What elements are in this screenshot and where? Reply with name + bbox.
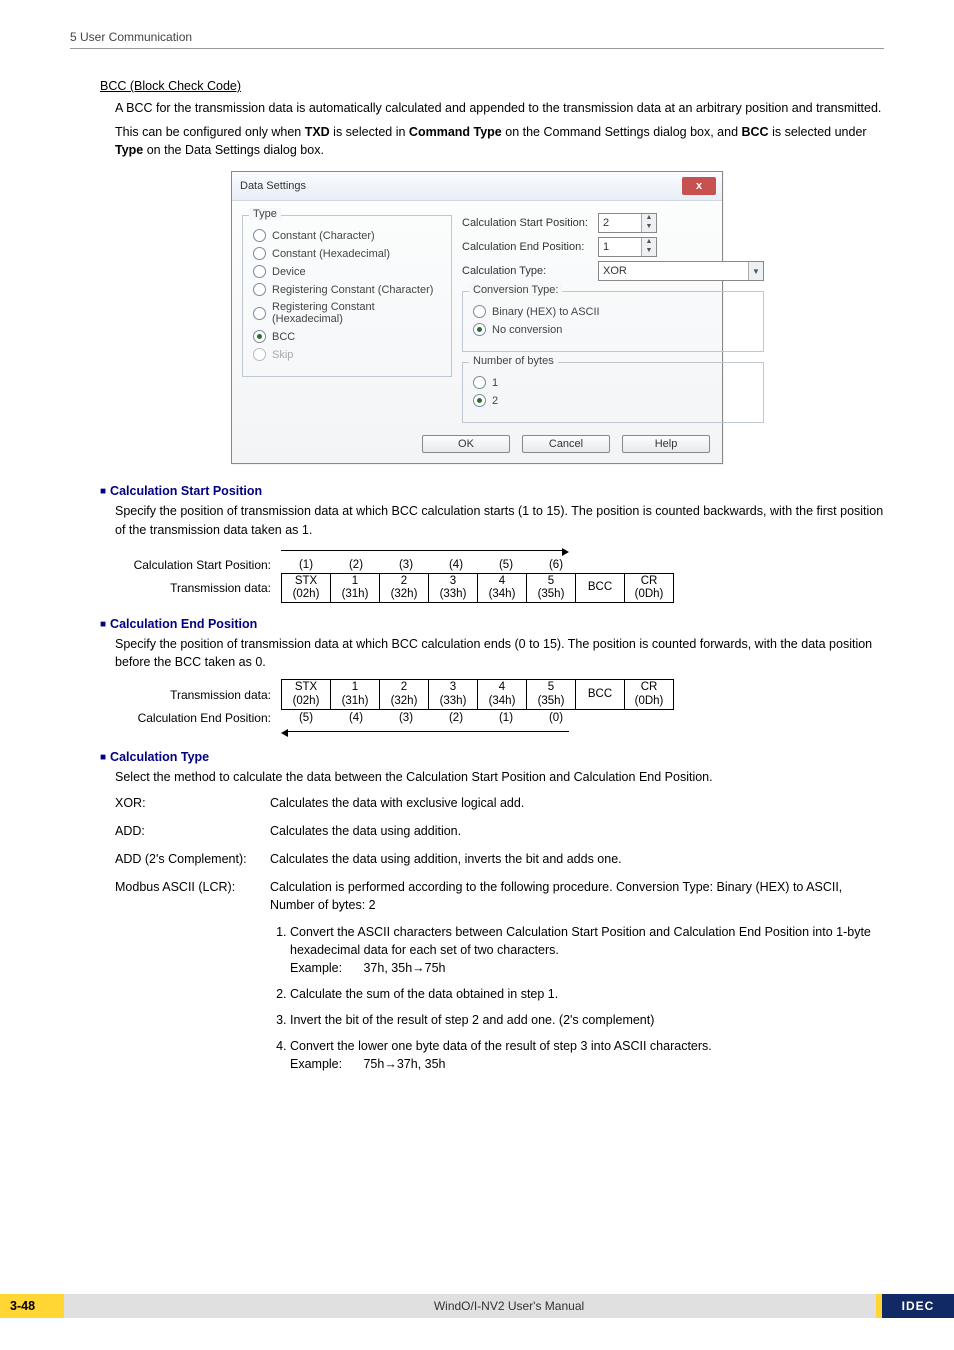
transmission-data-label: Transmission data: bbox=[100, 679, 281, 709]
calc-end-text: Specify the position of transmission dat… bbox=[115, 635, 884, 671]
calc-start-heading: ■Calculation Start Position bbox=[100, 484, 884, 498]
calc-start-text: Specify the position of transmission dat… bbox=[115, 502, 884, 538]
transmission-data-label: Transmission data: bbox=[100, 573, 281, 603]
conv-binary-to-ascii[interactable]: Binary (HEX) to ASCII bbox=[473, 305, 755, 318]
data-settings-dialog: Data Settings x Type Constant (Character… bbox=[231, 171, 723, 464]
dialog-title: Data Settings bbox=[240, 180, 306, 192]
type-skip: Skip bbox=[253, 348, 443, 361]
number-of-bytes-legend: Number of bytes bbox=[469, 355, 558, 367]
calc-end-label: Calculation End Position: bbox=[462, 241, 592, 253]
conv-no-conversion[interactable]: No conversion bbox=[473, 323, 755, 336]
bcc-para2: This can be configured only when TXD is … bbox=[115, 123, 884, 159]
page-footer: 3-48 WindO/I-NV2 User's Manual IDEC bbox=[0, 1294, 954, 1322]
type-constant-hex[interactable]: Constant (Hexadecimal) bbox=[253, 247, 443, 260]
type-device[interactable]: Device bbox=[253, 265, 443, 278]
nbytes-2[interactable]: 2 bbox=[473, 394, 755, 407]
calc-end-row-label: Calculation End Position: bbox=[100, 710, 281, 726]
manual-title: WindO/I-NV2 User's Manual bbox=[64, 1294, 954, 1318]
calc-end-heading: ■Calculation End Position bbox=[100, 617, 884, 631]
type-reg-const-hex[interactable]: Registering Constant (Hexadecimal) bbox=[253, 301, 443, 325]
chevron-down-icon[interactable]: ▼ bbox=[642, 247, 656, 256]
calc-type-heading: ■Calculation Type bbox=[100, 750, 884, 764]
section-running-head: 5 User Communication bbox=[70, 30, 884, 44]
help-button[interactable]: Help bbox=[622, 435, 710, 453]
end-data-cells: STX(02h) 1(31h) 2(32h) 3(33h) 4(34h) 5(3… bbox=[281, 679, 674, 709]
calc-start-spinner[interactable]: 2 ▲▼ bbox=[598, 213, 657, 233]
cancel-button[interactable]: Cancel bbox=[522, 435, 610, 453]
chevron-down-icon[interactable]: ▼ bbox=[642, 223, 656, 232]
close-icon[interactable]: x bbox=[682, 177, 716, 195]
header-rule bbox=[70, 48, 884, 49]
type-reg-const-char[interactable]: Registering Constant (Character) bbox=[253, 283, 443, 296]
calc-start-row-label: Calculation Start Position: bbox=[100, 557, 281, 573]
number-of-bytes-fieldset: Number of bytes 1 2 bbox=[462, 362, 764, 423]
nbytes-1[interactable]: 1 bbox=[473, 376, 755, 389]
start-data-cells: STX(02h) 1(31h) 2(32h) 3(33h) 4(34h) 5(3… bbox=[281, 573, 674, 603]
type-constant-char[interactable]: Constant (Character) bbox=[253, 229, 443, 242]
ok-button[interactable]: OK bbox=[422, 435, 510, 453]
calc-type-xor: XOR: Calculates the data with exclusive … bbox=[115, 794, 884, 812]
calc-type-modbus: Modbus ASCII (LCR): Calculation is perfo… bbox=[115, 878, 884, 1081]
calc-start-label: Calculation Start Position: bbox=[462, 217, 592, 229]
conversion-type-legend: Conversion Type: bbox=[469, 284, 562, 296]
calc-type-add: ADD: Calculates the data using addition. bbox=[115, 822, 884, 840]
chevron-up-icon[interactable]: ▲ bbox=[642, 214, 656, 223]
chevron-down-icon[interactable]: ▼ bbox=[748, 262, 763, 280]
page-number: 3-48 bbox=[0, 1294, 74, 1318]
type-legend: Type bbox=[249, 208, 281, 220]
calc-type-text: Select the method to calculate the data … bbox=[115, 768, 884, 786]
calc-type-add2c: ADD (2's Complement): Calculates the dat… bbox=[115, 850, 884, 868]
modbus-steps: Convert the ASCII characters between Cal… bbox=[270, 923, 884, 1074]
chevron-up-icon[interactable]: ▲ bbox=[642, 238, 656, 247]
bcc-para1: A BCC for the transmission data is autom… bbox=[115, 99, 884, 117]
type-bcc[interactable]: BCC bbox=[253, 330, 443, 343]
type-fieldset: Type Constant (Character) Constant (Hexa… bbox=[242, 215, 452, 377]
calc-type-label: Calculation Type: bbox=[462, 265, 592, 277]
brand-logo: IDEC bbox=[876, 1294, 954, 1318]
calc-type-combo[interactable]: XOR ▼ bbox=[598, 261, 764, 281]
bcc-title: BCC (Block Check Code) bbox=[100, 79, 884, 93]
conversion-type-fieldset: Conversion Type: Binary (HEX) to ASCII N… bbox=[462, 291, 764, 352]
calc-end-spinner[interactable]: 1 ▲▼ bbox=[598, 237, 657, 257]
